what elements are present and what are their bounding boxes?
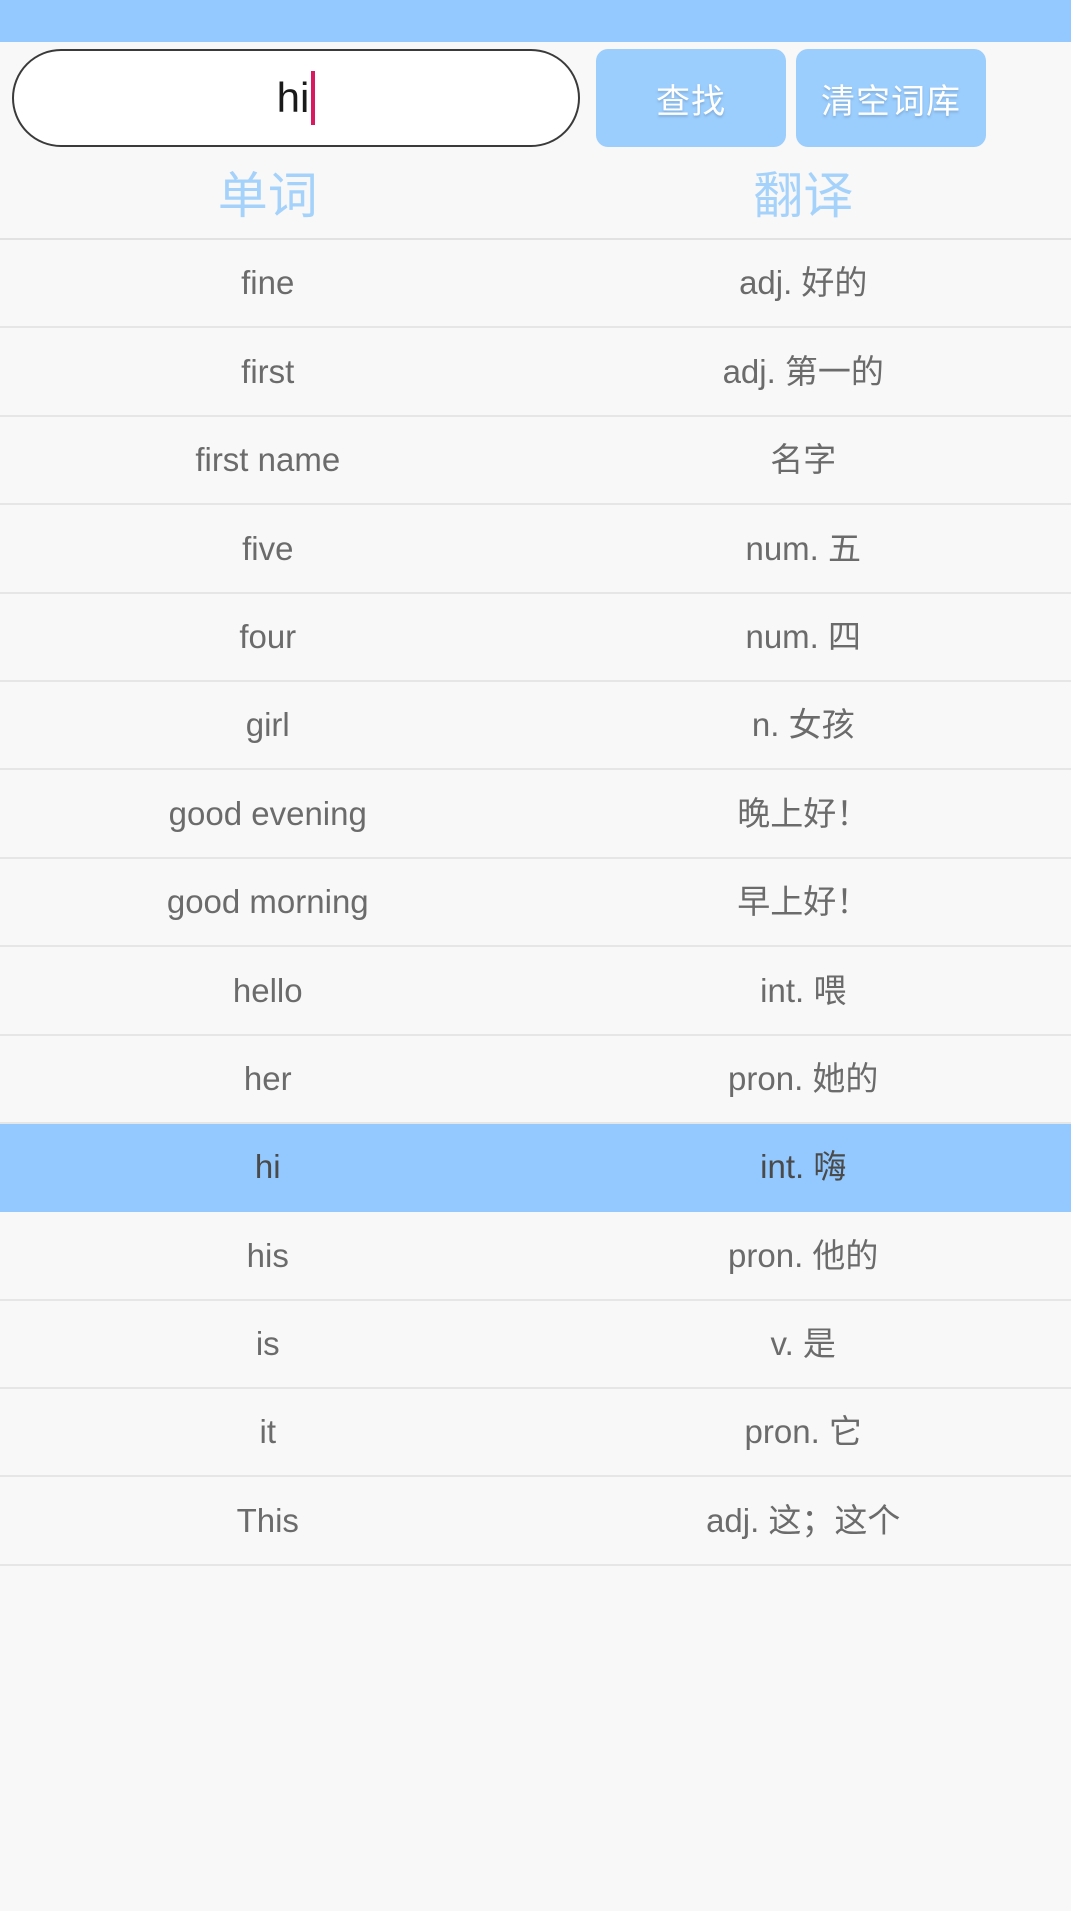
cell-translation: adj. 这；这个 xyxy=(706,1501,901,1539)
column-header-translation: 翻译 xyxy=(753,168,854,224)
table-row[interactable]: good evening 晚上好！ xyxy=(0,770,1071,859)
table-row[interactable]: fine adj. 好的 xyxy=(0,240,1071,329)
table-row[interactable]: four num. 四 xyxy=(0,593,1071,682)
table-row[interactable]: hello int. 喂 xyxy=(0,947,1071,1036)
cell-translation: pron. 它 xyxy=(744,1413,862,1451)
cell-translation: adj. 好的 xyxy=(739,264,868,302)
table-row[interactable]: This adj. 这；这个 xyxy=(0,1477,1071,1566)
search-input-value: hi xyxy=(276,74,310,121)
cell-word: it xyxy=(259,1413,277,1451)
table-header-row: 单词 翻译 xyxy=(0,154,1071,240)
cell-translation: n. 女孩 xyxy=(751,706,855,744)
status-bar xyxy=(0,0,1071,42)
table-row[interactable]: her pron. 她的 xyxy=(0,1035,1071,1124)
cell-translation: v. 是 xyxy=(770,1325,836,1363)
cell-word: This xyxy=(236,1501,299,1539)
table-row[interactable]: five num. 五 xyxy=(0,505,1071,594)
cell-translation: pron. 他的 xyxy=(728,1236,879,1274)
table-row[interactable]: hi int. 嗨 xyxy=(0,1123,1071,1213)
cell-translation: num. 四 xyxy=(745,617,862,655)
cell-word: hi xyxy=(254,1148,281,1186)
table-row[interactable]: first name 名字 xyxy=(0,416,1071,506)
table-row[interactable]: his pron. 他的 xyxy=(0,1212,1071,1301)
cell-translation: 名字 xyxy=(770,441,837,479)
cell-word: his xyxy=(246,1236,289,1274)
app-root: hi 查找 清空词库 单词 翻译 fine adj. 好的 first adj. 第一… xyxy=(0,0,1071,1911)
cell-word: is xyxy=(255,1325,280,1363)
text-caret xyxy=(311,71,316,125)
table-row[interactable]: it pron. 它 xyxy=(0,1389,1071,1478)
cell-word: four xyxy=(239,617,297,655)
search-input[interactable]: hi xyxy=(12,49,580,147)
cell-translation: int. 嗨 xyxy=(760,1148,847,1186)
search-toolbar: hi 查找 清空词库 xyxy=(0,42,1071,154)
cell-word: fine xyxy=(241,264,295,302)
table-row[interactable]: girl n. 女孩 xyxy=(0,681,1071,771)
column-header-word: 单词 xyxy=(217,168,318,224)
search-input-content: hi xyxy=(277,71,316,125)
cell-word: her xyxy=(243,1059,292,1097)
cell-translation: adj. 第一的 xyxy=(722,352,884,390)
table-row[interactable]: is v. 是 xyxy=(0,1300,1071,1390)
find-button[interactable]: 查找 xyxy=(596,49,786,147)
cell-word: girl xyxy=(245,706,290,744)
word-list[interactable]: fine adj. 好的 first adj. 第一的 first name 名字 five… xyxy=(0,240,1071,1911)
cell-word: good evening xyxy=(168,794,367,832)
clear-database-button[interactable]: 清空词库 xyxy=(796,49,986,147)
table-row[interactable]: first adj. 第一的 xyxy=(0,328,1071,417)
table-row[interactable]: good morning 早上好！ xyxy=(0,858,1071,948)
cell-word: hello xyxy=(232,971,303,1009)
cell-translation: num. 五 xyxy=(745,529,862,567)
cell-translation: 晚上好！ xyxy=(737,794,870,832)
cell-word: first name xyxy=(195,441,341,479)
cell-word: first xyxy=(241,352,295,390)
cell-word: five xyxy=(242,529,294,567)
cell-word: good morning xyxy=(166,883,369,921)
cell-translation: pron. 她的 xyxy=(728,1059,879,1097)
cell-translation: int. 喂 xyxy=(760,971,847,1009)
cell-translation: 早上好！ xyxy=(737,883,870,921)
